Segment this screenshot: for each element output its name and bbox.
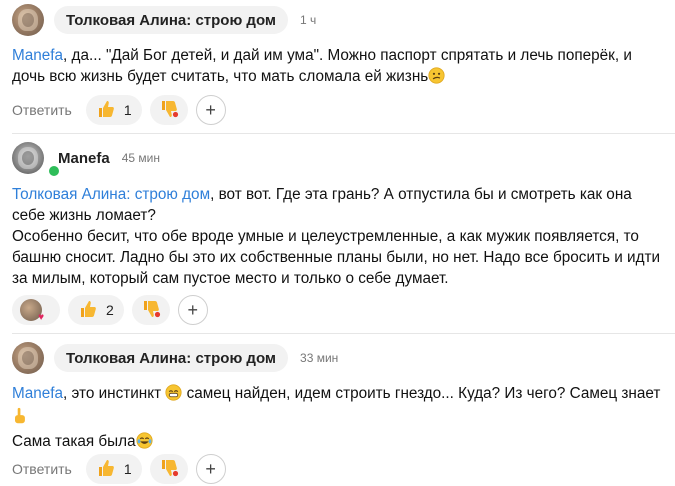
reactions-summary[interactable]: ♥ (12, 295, 60, 325)
comment-actions: ♥ 2 + (12, 295, 208, 325)
comment-time: 33 мин (300, 351, 339, 365)
mention-link[interactable]: Manefa (12, 47, 63, 64)
like-button[interactable]: 1 (85, 95, 142, 125)
comment-header: Толковая Алина: строю дом 1 ч (12, 4, 316, 36)
divider (12, 333, 675, 334)
confused-face-emoji-icon (428, 67, 445, 90)
thumbs-down-icon (159, 458, 179, 481)
avatar[interactable] (12, 4, 44, 36)
like-count: 1 (123, 102, 132, 118)
thumbs-up-icon (78, 299, 98, 322)
plus-icon: + (205, 458, 216, 479)
author-name[interactable]: Manefa (58, 150, 110, 167)
thumbs-up-icon (96, 458, 116, 481)
avatar[interactable] (12, 142, 44, 174)
comment-header: Manefa 45 мин (12, 142, 160, 178)
grinning-face-emoji-icon (165, 384, 182, 407)
dislike-button[interactable] (131, 295, 170, 325)
add-reaction-button[interactable]: + (177, 295, 208, 325)
comment-header: Толковая Алина: строю дом 33 мин (12, 342, 338, 374)
comment-time: 1 ч (300, 13, 317, 27)
add-reaction-button[interactable]: + (195, 95, 226, 125)
comment-thread: Толковая Алина: строю дом 1 ч Manefa, да… (0, 0, 675, 486)
add-reaction-button[interactable]: + (195, 454, 226, 484)
like-button[interactable]: 1 (85, 454, 142, 484)
comment-actions: Ответить 1 + (12, 95, 226, 125)
reaction-avatar: ♥ (20, 299, 44, 323)
comment-text: Толковая Алина: строю дом, вот вот. Где … (12, 184, 665, 289)
reply-button[interactable]: Ответить (12, 102, 72, 118)
comment-body-line2: Сама такая была (12, 433, 136, 450)
plus-icon: + (187, 299, 199, 320)
comment-body-part2: самец найден, идем строить гнездо... Куд… (182, 385, 661, 402)
heart-icon: ♥ (38, 312, 44, 323)
comment-text: Manefa, да... "Дай Бог детей, и дай им у… (12, 45, 665, 90)
thumbs-down-icon (159, 99, 179, 122)
dislike-button[interactable] (149, 454, 188, 484)
tears-of-joy-emoji-icon (136, 432, 153, 455)
online-status-indicator (47, 164, 61, 178)
thumbs-down-icon (141, 299, 161, 322)
mention-link[interactable]: Manefa (12, 385, 63, 402)
thumbs-up-icon (96, 99, 116, 122)
comment-time: 45 мин (121, 151, 160, 165)
plus-icon: + (205, 99, 216, 120)
reply-button[interactable]: Ответить (12, 461, 72, 477)
comment-actions: Ответить 1 + (12, 454, 226, 484)
dislike-button[interactable] (149, 95, 188, 125)
comment-body-part1: , это инстинкт (63, 385, 162, 402)
avatar[interactable] (12, 342, 44, 374)
author-name[interactable]: Толковая Алина: строю дом (54, 344, 289, 372)
comment-text: Manefa, это инстинкт самец найден, идем … (12, 383, 665, 455)
mention-link[interactable]: Толковая Алина: строю дом (12, 186, 210, 203)
divider (12, 133, 675, 134)
pointing-hand-emoji-icon (12, 407, 27, 431)
author-name[interactable]: Толковая Алина: строю дом (54, 6, 289, 34)
like-count: 1 (123, 461, 132, 477)
like-button[interactable]: 2 (68, 295, 124, 325)
like-count: 2 (106, 302, 114, 318)
comment-body: , да... "Дай Бог детей, и дай им ума". М… (12, 47, 637, 85)
